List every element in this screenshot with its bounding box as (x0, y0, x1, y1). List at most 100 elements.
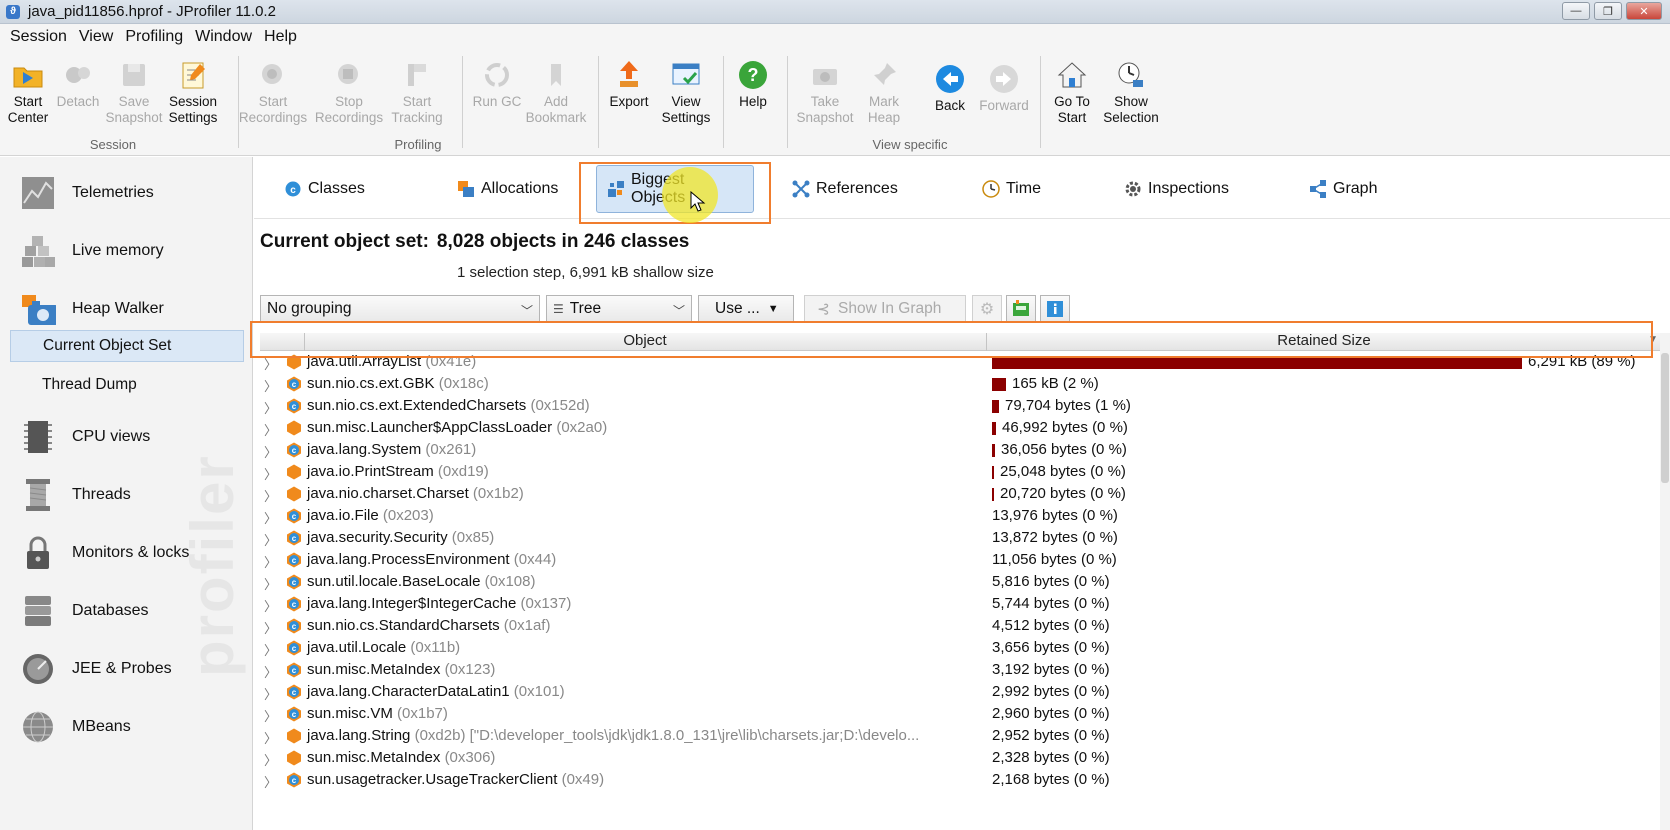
tab-classes[interactable]: c Classes (274, 165, 375, 213)
table-row[interactable]: 〉 c sun.nio.cs.ext.GBK (0x18c) 165 kB (2 %) (260, 373, 1662, 395)
object-class-name: sun.usagetracker.UsageTrackerClient (0x4… (307, 771, 604, 788)
table-row[interactable]: 〉 sun.misc.MetaIndex (0x306) 2,328 bytes (… (260, 747, 1662, 769)
object-icon (287, 464, 301, 480)
table-row[interactable]: 〉 java.nio.charset.Charset (0x1b2) 20,720 … (260, 483, 1662, 505)
table-row[interactable]: 〉 c java.util.Locale (0x11b) 3,656 bytes (0… (260, 637, 1662, 659)
table-row[interactable]: 〉 c java.io.File (0x203) 13,976 bytes (0 %) (260, 505, 1662, 527)
table-row[interactable]: 〉 c java.lang.ProcessEnvironment (0x44) 11,… (260, 549, 1662, 571)
detach-button[interactable]: Detach (47, 56, 109, 128)
expand-chevron-icon[interactable]: 〉 (264, 574, 277, 593)
save-snapshot-icon (117, 58, 151, 92)
class-name-text: sun.nio.cs.StandardCharsets (307, 617, 500, 634)
export-button[interactable]: Export (598, 56, 660, 128)
object-class-name: sun.util.locale.BaseLocale (0x108) (307, 573, 535, 590)
nav-sub-current-object-set[interactable]: Current Object Set (10, 330, 244, 362)
mark-heap-button[interactable]: Mark Heap (853, 56, 915, 128)
left-navigation: Telemetries Live memory Heap Walker Curr… (0, 157, 253, 830)
toolbar-group-profiling: Start Recordings Stop Recordings Start T… (239, 54, 596, 154)
table-row[interactable]: 〉 c sun.nio.cs.StandardCharsets (0x1af) 4,5… (260, 615, 1662, 637)
table-row[interactable]: 〉 c sun.misc.VM (0x1b7) 2,960 bytes (0 %) (260, 703, 1662, 725)
close-button[interactable]: ✕ (1626, 2, 1662, 20)
retained-size-value: 2,960 bytes (0 %) (992, 705, 1110, 722)
maximize-button[interactable]: ❐ (1594, 2, 1622, 20)
back-button[interactable]: Back (919, 60, 981, 132)
table-row[interactable]: 〉 c java.security.Security (0x85) 13,872 by… (260, 527, 1662, 549)
expand-chevron-icon[interactable]: 〉 (264, 596, 277, 615)
expand-chevron-icon[interactable]: 〉 (264, 464, 277, 483)
expand-chevron-icon[interactable]: 〉 (264, 486, 277, 505)
tab-inspections[interactable]: Inspections (1114, 165, 1239, 213)
tree-icon: ☰ (553, 302, 564, 316)
info-icon (1047, 301, 1063, 317)
grouping-dropdown[interactable]: No grouping ﹀ (260, 295, 540, 323)
table-row[interactable]: 〉 java.io.PrintStream (0xd19) 25,048 bytes… (260, 461, 1662, 483)
jprofiler-app-icon: ϑ (6, 4, 20, 19)
run-gc-button[interactable]: Run GC (466, 56, 528, 128)
expand-chevron-icon[interactable]: 〉 (264, 772, 277, 791)
session-settings-button[interactable]: Session Settings (162, 56, 224, 128)
save-snapshot-button[interactable]: Save Snapshot (103, 56, 165, 128)
expand-chevron-icon[interactable]: 〉 (264, 706, 277, 725)
expand-chevron-icon[interactable]: 〉 (264, 662, 277, 681)
tab-time[interactable]: Time (972, 165, 1051, 213)
expand-chevron-icon[interactable]: 〉 (264, 552, 277, 571)
stop-recordings-button[interactable]: Stop Recordings (315, 56, 383, 128)
expand-chevron-icon[interactable]: 〉 (264, 398, 277, 417)
expand-chevron-icon[interactable]: 〉 (264, 640, 277, 659)
menu-view[interactable]: View (73, 28, 119, 46)
nav-sub-thread-dump[interactable]: Thread Dump (10, 369, 244, 401)
class-name-text: java.lang.String (307, 727, 411, 744)
menu-profiling[interactable]: Profiling (119, 28, 189, 46)
table-row[interactable]: 〉 c sun.misc.MetaIndex (0x123) 3,192 bytes … (260, 659, 1662, 681)
expand-chevron-icon[interactable]: 〉 (264, 750, 277, 769)
table-row[interactable]: 〉 c java.lang.System (0x261) 36,056 bytes (… (260, 439, 1662, 461)
start-recordings-button[interactable]: Start Recordings (239, 56, 307, 128)
show-selection-button[interactable]: Show Selection (1100, 56, 1162, 128)
start-tracking-button[interactable]: Start Tracking (386, 56, 448, 128)
nav-item-live-memory[interactable]: Live memory (0, 223, 252, 279)
forward-button[interactable]: Forward (973, 60, 1035, 132)
minimize-button[interactable]: — (1562, 2, 1590, 20)
table-row[interactable]: 〉 c java.lang.CharacterDataLatin1 (0x101) 2… (260, 681, 1662, 703)
expand-chevron-icon[interactable]: 〉 (264, 728, 277, 747)
table-row[interactable]: 〉 c java.lang.Integer$IntegerCache (0x137)… (260, 593, 1662, 615)
nav-item-telemetries[interactable]: Telemetries (0, 165, 252, 221)
nav-item-mbeans[interactable]: MBeans (0, 699, 252, 755)
table-row[interactable]: 〉 sun.misc.Launcher$AppClassLoader (0x2a0… (260, 417, 1662, 439)
scrollbar-thumb[interactable] (1661, 353, 1669, 483)
menu-help[interactable]: Help (258, 28, 303, 46)
tab-references[interactable]: References (782, 165, 908, 213)
go-to-start-button[interactable]: Go To Start (1041, 56, 1103, 128)
expand-chevron-icon[interactable]: 〉 (264, 508, 277, 527)
table-row[interactable]: 〉 c sun.nio.cs.ext.ExtendedCharsets (0x152… (260, 395, 1662, 417)
expand-chevron-icon[interactable]: 〉 (264, 530, 277, 549)
tab-graph[interactable]: Graph (1299, 165, 1387, 213)
menu-window[interactable]: Window (189, 28, 258, 46)
help-button[interactable]: ? Help (722, 56, 784, 128)
object-icon (287, 750, 301, 766)
take-snapshot-button[interactable]: Take Snapshot (794, 56, 856, 128)
expand-chevron-icon[interactable]: 〉 (264, 376, 277, 395)
expand-chevron-icon[interactable]: 〉 (264, 420, 277, 439)
nav-item-heap-walker[interactable]: Heap Walker (0, 281, 252, 337)
settings-button[interactable]: ⚙ (972, 295, 1002, 323)
use-dropdown-button[interactable]: Use ... ▼ (698, 295, 794, 323)
view-mode-dropdown[interactable]: ☰ Tree ﹀ (546, 295, 692, 323)
expand-chevron-icon[interactable]: 〉 (264, 442, 277, 461)
graph-icon: ⊰ (817, 300, 830, 318)
object-id-text: (0x1b7) (397, 705, 448, 722)
table-row[interactable]: 〉 java.lang.String (0xd2b) ["D:\developer… (260, 725, 1662, 747)
object-class-name: java.lang.String (0xd2b) ["D:\developer_… (307, 727, 919, 744)
menu-session[interactable]: Session (4, 28, 73, 46)
vertical-scrollbar[interactable] (1660, 333, 1670, 830)
info-button[interactable] (1040, 295, 1070, 323)
table-row[interactable]: 〉 c sun.util.locale.BaseLocale (0x108) 5,81… (260, 571, 1662, 593)
expand-chevron-icon[interactable]: 〉 (264, 618, 277, 637)
calculate-retained-button[interactable] (1006, 295, 1036, 323)
add-bookmark-button[interactable]: Add Bookmark (525, 56, 587, 128)
table-row[interactable]: 〉 c sun.usagetracker.UsageTrackerClient (0… (260, 769, 1662, 791)
expand-chevron-icon[interactable]: 〉 (264, 684, 277, 703)
show-in-graph-button[interactable]: ⊰ Show In Graph (804, 295, 966, 323)
view-settings-button[interactable]: View Settings (655, 56, 717, 128)
tab-allocations[interactable]: Allocations (447, 165, 568, 213)
